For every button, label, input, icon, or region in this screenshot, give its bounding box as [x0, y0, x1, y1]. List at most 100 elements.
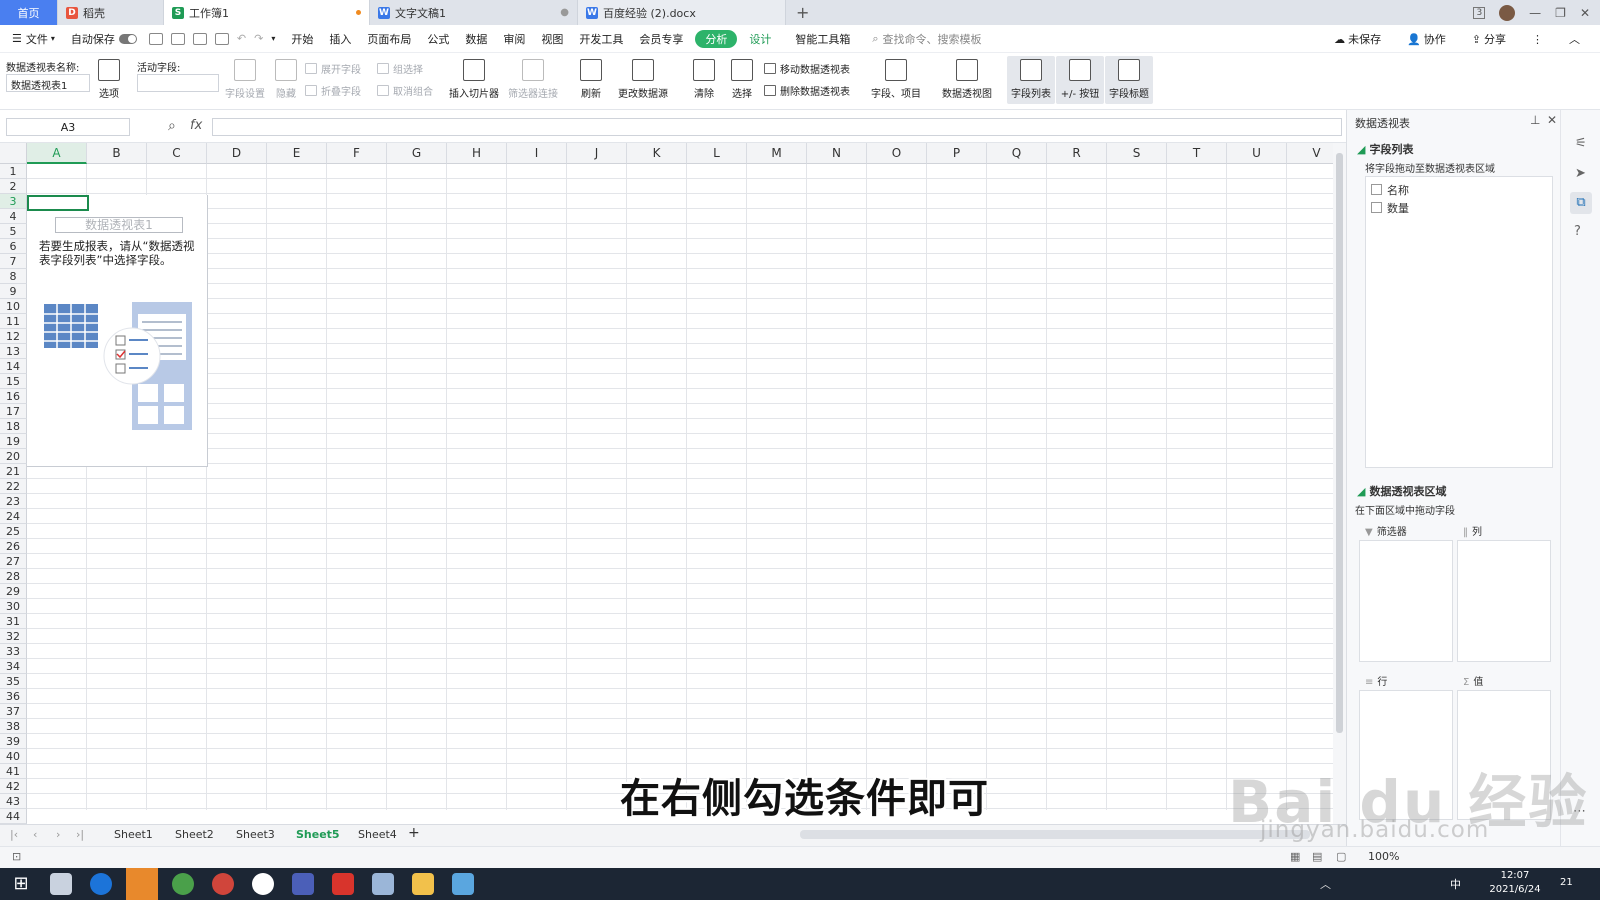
column-header[interactable]: S: [1107, 143, 1167, 164]
row-header[interactable]: 11: [0, 314, 27, 329]
pin-icon[interactable]: ⊥: [1530, 113, 1540, 127]
panel-title[interactable]: 数据透视表: [1355, 115, 1410, 131]
menu-member[interactable]: 会员专享: [631, 31, 691, 47]
page-layout-view-icon[interactable]: ▤: [1312, 850, 1322, 863]
new-tab-button[interactable]: +: [786, 0, 819, 25]
selected-cell[interactable]: [27, 195, 89, 211]
last-sheet-icon[interactable]: ›|: [76, 828, 84, 841]
select-button[interactable]: 选择: [726, 59, 758, 100]
formula-input[interactable]: [212, 118, 1342, 136]
row-header[interactable]: 28: [0, 569, 27, 584]
fx-button[interactable]: fx: [190, 118, 202, 133]
chrome-alt-icon[interactable]: [212, 873, 234, 895]
redo-icon[interactable]: ↷: [250, 32, 267, 45]
row-header[interactable]: 24: [0, 509, 27, 524]
options-button[interactable]: 选项: [94, 59, 124, 100]
row-header[interactable]: 42: [0, 779, 27, 794]
folder-icon[interactable]: [412, 873, 434, 895]
close-panel-icon[interactable]: ✕: [1547, 113, 1557, 127]
pivot-name-input[interactable]: 数据透视表1: [6, 74, 90, 92]
settings-sliders-icon[interactable]: ⚟: [1575, 136, 1587, 151]
menu-formulas[interactable]: 公式: [419, 31, 457, 47]
row-header[interactable]: 39: [0, 734, 27, 749]
change-source-button[interactable]: 更改数据源: [612, 59, 674, 100]
active-field-input[interactable]: [137, 74, 219, 92]
select-all-corner[interactable]: [0, 143, 27, 164]
scroll-thumb[interactable]: [1336, 153, 1343, 733]
print-icon[interactable]: [192, 32, 207, 45]
note-icon[interactable]: [372, 873, 394, 895]
row-header[interactable]: 22: [0, 479, 27, 494]
filter-connection-button[interactable]: 筛选器连接: [507, 59, 559, 100]
row-header[interactable]: 12: [0, 329, 27, 344]
clear-button[interactable]: 清除: [688, 59, 720, 100]
zoom-formula-icon[interactable]: ⌕: [168, 118, 176, 134]
maps-icon[interactable]: [252, 873, 274, 895]
column-header[interactable]: R: [1047, 143, 1107, 164]
row-header[interactable]: 9: [0, 284, 27, 299]
collapse-field-button[interactable]: 折叠字段: [305, 83, 361, 98]
move-pivot-button[interactable]: 移动数据透视表: [764, 61, 850, 76]
column-header[interactable]: A: [27, 143, 87, 164]
field-list-button[interactable]: 字段列表: [1007, 56, 1055, 104]
row-header[interactable]: 40: [0, 749, 27, 764]
column-header[interactable]: T: [1167, 143, 1227, 164]
row-header[interactable]: 8: [0, 269, 27, 284]
row-header[interactable]: 15: [0, 374, 27, 389]
delete-pivot-button[interactable]: 删除数据透视表: [764, 83, 850, 98]
menu-smart-tools[interactable]: 智能工具箱: [787, 31, 858, 47]
row-header[interactable]: 4: [0, 209, 27, 224]
command-search[interactable]: ⌕ 查找命令、搜索模板: [864, 31, 989, 47]
export-icon[interactable]: [170, 32, 185, 45]
clock-time[interactable]: 12:07: [1490, 870, 1540, 881]
tab-baidu-docx[interactable]: W 百度经验 (2).docx: [578, 0, 786, 25]
row-header[interactable]: 19: [0, 434, 27, 449]
row-header[interactable]: 35: [0, 674, 27, 689]
notepad-icon[interactable]: [50, 873, 72, 895]
row-header[interactable]: 2: [0, 179, 27, 194]
clock-date[interactable]: 2021/6/24: [1480, 884, 1550, 895]
row-header[interactable]: 16: [0, 389, 27, 404]
autosave-toggle[interactable]: 自动保存: [63, 31, 145, 47]
menu-page-layout[interactable]: 页面布局: [359, 31, 419, 47]
column-header[interactable]: N: [807, 143, 867, 164]
media-player-icon[interactable]: [292, 873, 314, 895]
row-header[interactable]: 25: [0, 524, 27, 539]
normal-view-icon[interactable]: ▦: [1290, 850, 1300, 863]
help-icon[interactable]: ?: [1574, 224, 1581, 239]
plusminus-buttons-button[interactable]: +/- 按钮: [1056, 56, 1104, 104]
cell-grid[interactable]: [27, 164, 1333, 810]
column-header[interactable]: E: [267, 143, 327, 164]
close-tab-icon[interactable]: ●: [560, 7, 569, 18]
zoom-level[interactable]: 100%: [1368, 850, 1399, 863]
row-header[interactable]: 17: [0, 404, 27, 419]
restore-icon[interactable]: ❐: [1555, 6, 1566, 20]
menu-review[interactable]: 审阅: [495, 31, 533, 47]
field-settings-button[interactable]: 字段设置: [224, 59, 266, 100]
next-sheet-icon[interactable]: ›: [56, 828, 60, 841]
column-header[interactable]: C: [147, 143, 207, 164]
row-header[interactable]: 5: [0, 224, 27, 239]
column-header[interactable]: L: [687, 143, 747, 164]
menu-view[interactable]: 视图: [533, 31, 571, 47]
row-header[interactable]: 37: [0, 704, 27, 719]
menu-design[interactable]: 设计: [741, 31, 779, 47]
ime-indicator[interactable]: 中: [1450, 876, 1461, 892]
macro-record-icon[interactable]: ⊡: [12, 850, 21, 863]
row-header[interactable]: 7: [0, 254, 27, 269]
column-header[interactable]: F: [327, 143, 387, 164]
menu-analyze[interactable]: 分析: [695, 29, 738, 48]
tab-docer[interactable]: D 稻壳: [58, 0, 164, 25]
column-header[interactable]: Q: [987, 143, 1047, 164]
row-header[interactable]: 10: [0, 299, 27, 314]
row-header[interactable]: 38: [0, 719, 27, 734]
column-header[interactable]: B: [87, 143, 147, 164]
column-header[interactable]: H: [447, 143, 507, 164]
name-box[interactable]: A3: [6, 118, 130, 136]
hide-button[interactable]: 隐藏: [272, 59, 300, 100]
insert-slicer-button[interactable]: 插入切片器: [448, 59, 500, 100]
column-header[interactable]: J: [567, 143, 627, 164]
save-icon[interactable]: [148, 32, 163, 45]
row-header[interactable]: 20: [0, 449, 27, 464]
avatar[interactable]: [1499, 4, 1516, 21]
